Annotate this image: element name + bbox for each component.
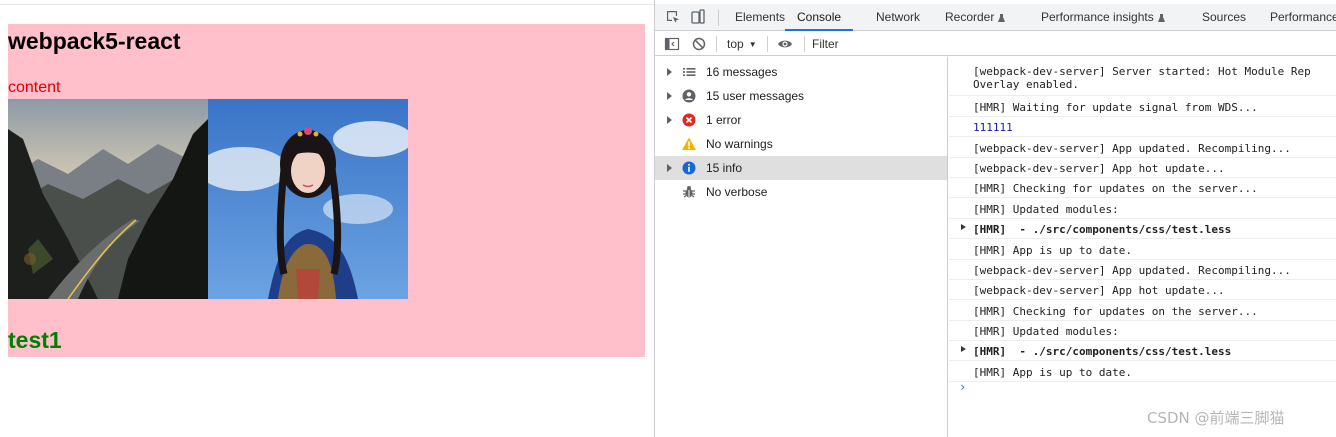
tab-performance-insights-label: Performance insights [1041, 10, 1154, 24]
sidebar-item-label: 1 error [706, 113, 742, 127]
flask-icon [1157, 5, 1165, 22]
console-message-text: [HMR] App is up to date. [973, 244, 1132, 257]
console-message-text: [webpack-dev-server] App hot update... [973, 284, 1225, 297]
clear-console-icon[interactable] [691, 36, 707, 52]
content-text: content [8, 79, 61, 96]
error-icon [681, 112, 697, 128]
console-prompt-icon[interactable]: › [959, 380, 966, 394]
console-message[interactable]: [HMR] Checking for updates on the server… [949, 301, 1336, 321]
console-message-text: [webpack-dev-server] App hot update... [973, 162, 1225, 175]
expand-arrow-icon[interactable] [961, 224, 966, 230]
sidebar-item-label: 15 user messages [706, 89, 805, 103]
console-message-text: [webpack-dev-server] Server started: Hot… [973, 65, 1311, 91]
sidebar-item-info[interactable]: 15 info [655, 156, 947, 180]
webpage-viewport: webpack5-react content test1 [0, 0, 654, 437]
expand-arrow-icon [667, 92, 672, 100]
console-message-group[interactable]: [HMR] - ./src/components/css/test.less [949, 341, 1336, 361]
list-icon [681, 64, 697, 80]
console-message[interactable]: [HMR] Waiting for update signal from WDS… [949, 97, 1336, 117]
sidebar-item-label: No warnings [706, 137, 773, 151]
console-message[interactable]: [HMR] Checking for updates on the server… [949, 178, 1336, 198]
tab-elements[interactable]: Elements [735, 4, 785, 30]
bug-icon [681, 184, 697, 200]
console-message-text: [HMR] Updated modules: [973, 325, 1119, 338]
console-message[interactable]: [HMR] Updated modules: [949, 199, 1336, 219]
console-message-text: 111111 [973, 121, 1013, 134]
divider [718, 10, 719, 26]
info-icon [681, 160, 697, 176]
tab-performance[interactable]: Performance [1270, 4, 1336, 30]
flask-icon [998, 5, 1006, 22]
console-message-text: [HMR] Updated modules: [973, 203, 1119, 216]
sidebar-item-errors[interactable]: 1 error [655, 108, 947, 132]
inspect-element-icon[interactable] [665, 9, 681, 25]
tab-console[interactable]: Console [785, 4, 854, 31]
console-sidebar: 16 messages 15 user messages 1 error No … [655, 57, 948, 437]
sidebar-item-user-messages[interactable]: 15 user messages [655, 84, 947, 108]
watermark: CSDN @前端三脚猫 [1147, 409, 1285, 427]
console-message-text: [HMR] - ./src/components/css/test.less [973, 223, 1232, 236]
expand-arrow-icon [667, 164, 672, 172]
test1-heading: test1 [8, 327, 62, 353]
user-icon [681, 88, 697, 104]
console-message-text: [webpack-dev-server] App updated. Recomp… [973, 142, 1291, 155]
console-message-text: [HMR] - ./src/components/css/test.less [973, 345, 1232, 358]
console-toolbar: top ▼ [655, 32, 1336, 56]
console-message[interactable]: [HMR] App is up to date. [949, 362, 1336, 382]
console-message-text: [HMR] App is up to date. [973, 366, 1132, 379]
console-message[interactable]: [webpack-dev-server] App hot update... [949, 158, 1336, 178]
divider [716, 36, 717, 52]
sidebar-item-verbose[interactable]: No verbose [655, 180, 947, 204]
eye-icon[interactable] [777, 36, 793, 52]
console-message[interactable]: [HMR] App is up to date. [949, 240, 1336, 260]
sidebar-item-label: 15 info [706, 161, 743, 175]
console-message[interactable]: [webpack-dev-server] Server started: Hot… [949, 62, 1336, 96]
divider [767, 36, 768, 52]
tab-performance-insights[interactable]: Performance insights [1041, 4, 1165, 30]
sidebar-item-warnings[interactable]: No warnings [655, 132, 947, 156]
console-message[interactable]: [webpack-dev-server] App updated. Recomp… [949, 138, 1336, 158]
console-output: [webpack-dev-server] Server started: Hot… [949, 57, 1336, 437]
dropdown-arrow-icon: ▼ [748, 40, 757, 49]
tab-sources[interactable]: Sources [1202, 4, 1246, 30]
console-message[interactable]: [webpack-dev-server] App updated. Recomp… [949, 260, 1336, 280]
console-message[interactable]: [webpack-dev-server] App hot update... [949, 280, 1336, 300]
page-heading: webpack5-react [8, 28, 181, 54]
context-selector-value: top [727, 37, 744, 51]
tab-recorder[interactable]: Recorder [945, 4, 1006, 30]
devtools-panel: Elements Console Network Recorder Perfor… [654, 0, 1336, 437]
sidebar-item-label: 16 messages [706, 65, 778, 79]
expand-arrow-icon [667, 116, 672, 124]
app-root: webpack5-react content test1 [8, 24, 645, 357]
console-message-group[interactable]: [HMR] - ./src/components/css/test.less [949, 219, 1336, 239]
sidebar-toggle-icon[interactable] [664, 36, 680, 52]
device-toolbar-icon[interactable] [690, 9, 706, 25]
warning-icon [681, 136, 697, 152]
console-message[interactable]: [HMR] Updated modules: [949, 321, 1336, 341]
divider [804, 36, 805, 52]
context-selector[interactable]: top ▼ [727, 32, 757, 56]
expand-arrow-icon [667, 68, 672, 76]
portrait-image [208, 99, 408, 299]
landscape-image [8, 99, 208, 299]
console-message[interactable]: 111111 [949, 117, 1336, 137]
sidebar-item-label: No verbose [706, 185, 768, 199]
console-message-text: [HMR] Checking for updates on the server… [973, 182, 1258, 195]
filter-input[interactable] [812, 34, 1332, 54]
console-message-text: [webpack-dev-server] App updated. Recomp… [973, 264, 1291, 277]
console-message-text: [HMR] Checking for updates on the server… [973, 305, 1258, 318]
divider [0, 4, 654, 5]
expand-arrow-icon[interactable] [961, 346, 966, 352]
sidebar-item-messages[interactable]: 16 messages [655, 60, 947, 84]
console-message-text: [HMR] Waiting for update signal from WDS… [973, 101, 1258, 114]
devtools-tabbar: Elements Console Network Recorder Perfor… [655, 4, 1336, 31]
tab-network[interactable]: Network [876, 4, 920, 30]
tab-recorder-label: Recorder [945, 10, 995, 24]
